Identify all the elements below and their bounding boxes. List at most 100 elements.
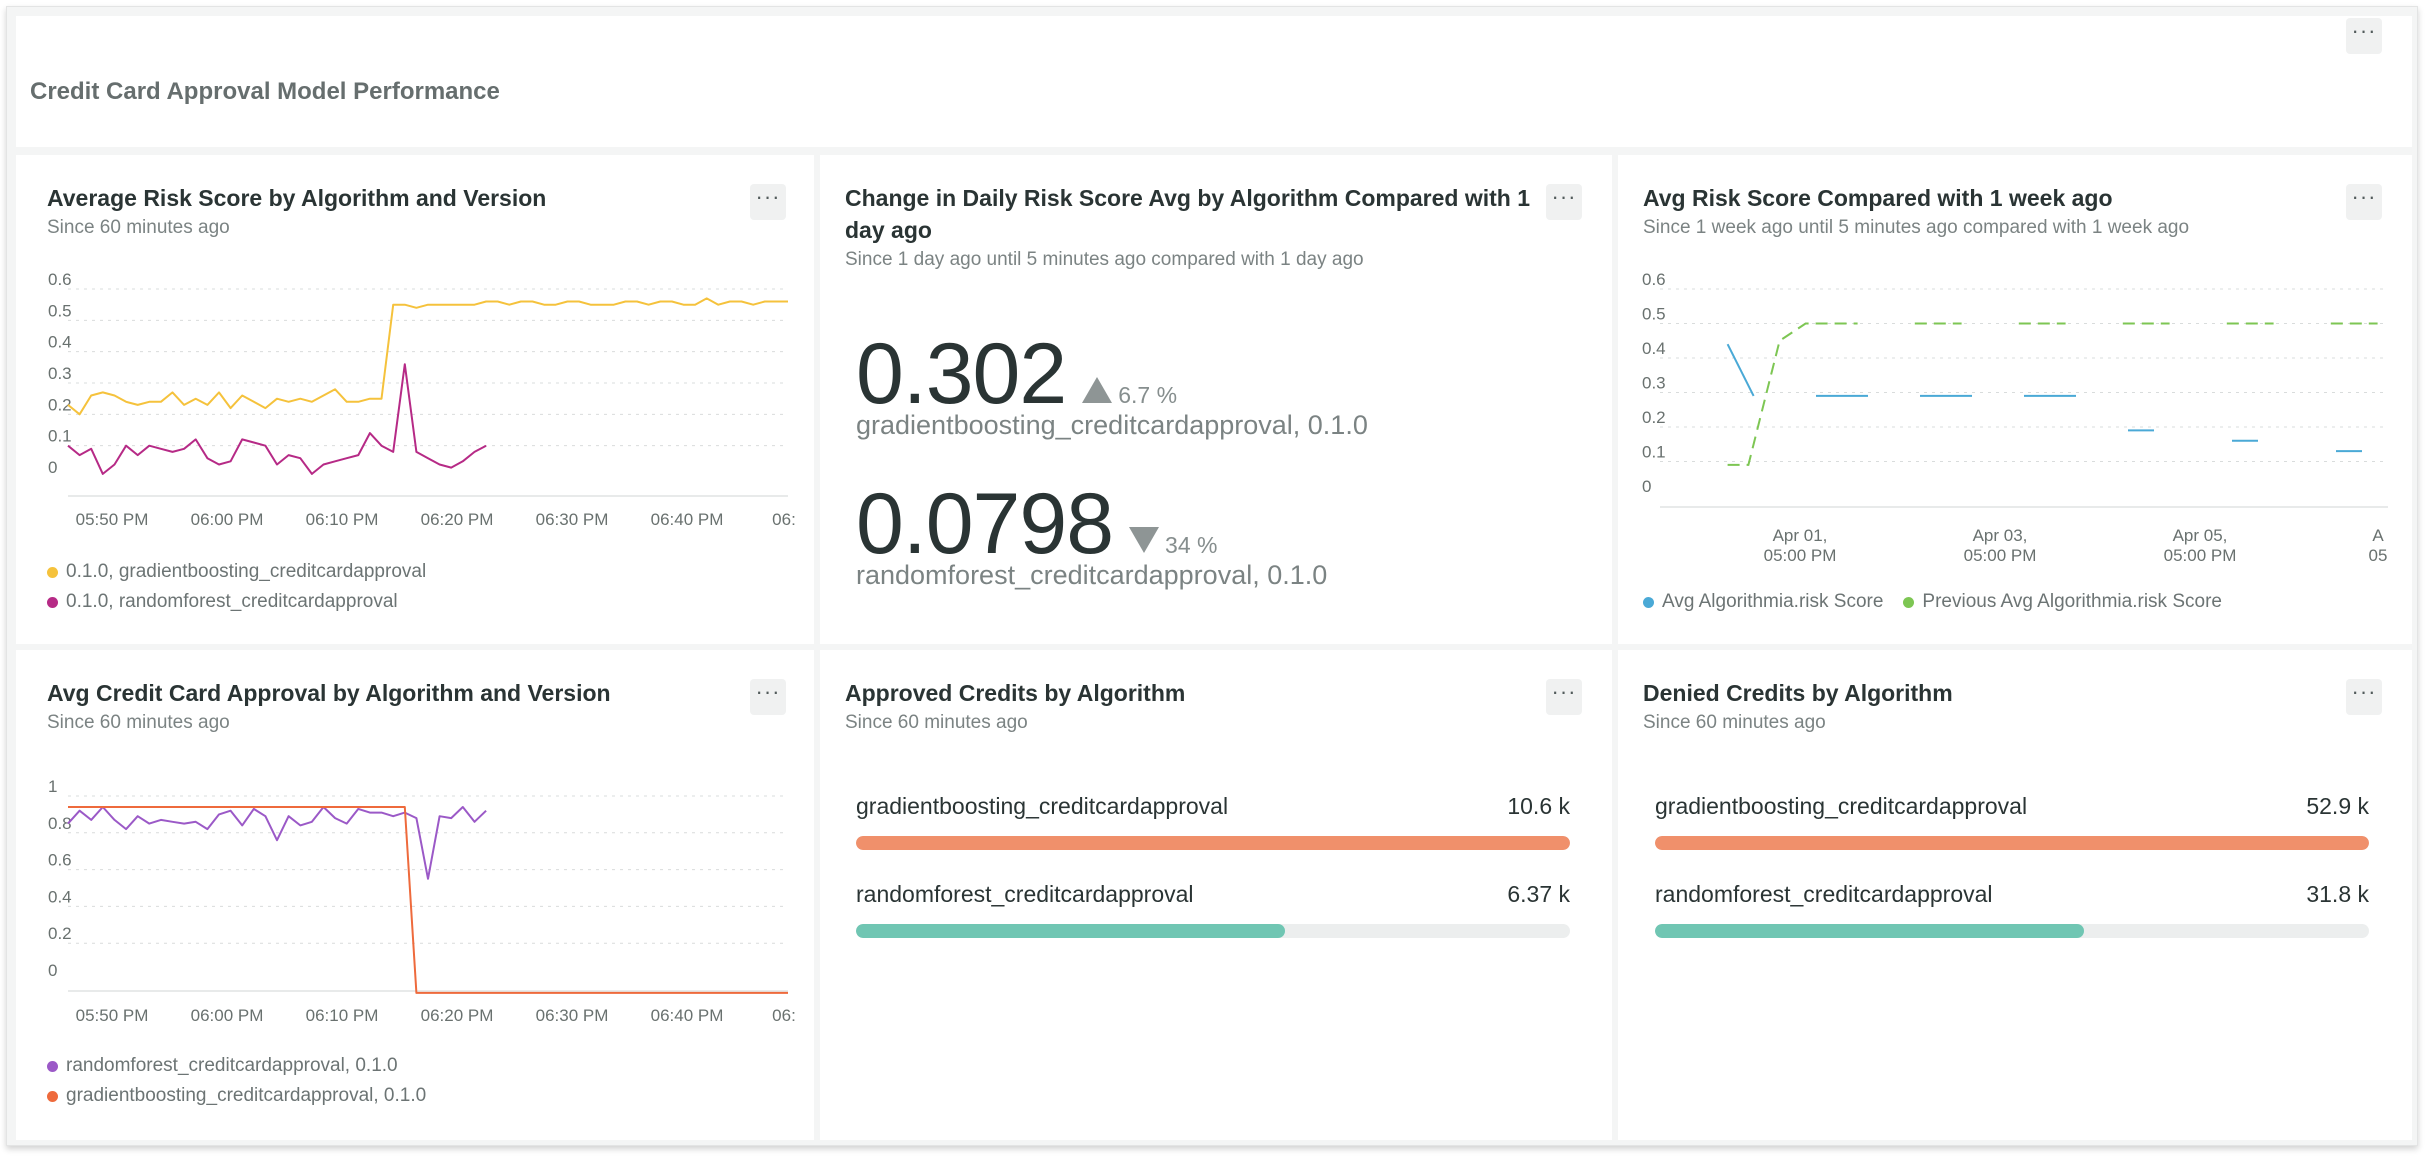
bar-row[interactable]: gradientboosting_creditcardapproval 52.9 … — [1655, 793, 2369, 850]
avg-risk-week-panel: Avg Risk Score Compared with 1 week ago … — [1618, 155, 2412, 644]
denied-credits-panel: Denied Credits by Algorithm Since 60 min… — [1618, 650, 2412, 1140]
series-line — [68, 806, 788, 994]
bar-value: 10.6 k — [1507, 793, 1570, 819]
panel-subtitle: Since 60 minutes ago — [1643, 712, 1826, 733]
x-tick-label: 05:50 PM — [76, 510, 149, 529]
metric-label: randomforest_creditcardapproval, 0.1.0 — [856, 560, 1328, 590]
panel-more-button[interactable]: ··· — [1546, 184, 1582, 220]
legend-item[interactable]: 0.1.0, gradientboosting_creditcardapprov… — [47, 557, 426, 587]
legend-item[interactable]: Previous Avg Algorithmia.risk Score — [1903, 587, 2222, 617]
y-tick-label: 0.5 — [1642, 305, 1666, 324]
x-tick-label: 06:40 PM — [651, 1006, 724, 1025]
bar-track — [856, 836, 1570, 850]
chart-legend: Avg Algorithmia.risk Score Previous Avg … — [1643, 587, 2222, 617]
bar-row[interactable]: randomforest_creditcardapproval 31.8 k — [1655, 881, 2369, 938]
bar-label-line: randomforest_creditcardapproval 6.37 k — [856, 881, 1570, 908]
series-0 — [67, 297, 788, 416]
legend-swatch — [47, 1090, 58, 1102]
y-tick-label: 0.2 — [48, 924, 72, 943]
bar-fill — [856, 924, 1286, 938]
y-tick-label: 0 — [1642, 477, 1651, 496]
avg-risk-score-panel: Average Risk Score by Algorithm and Vers… — [16, 155, 814, 644]
panel-subtitle: Since 60 minutes ago — [845, 712, 1028, 733]
bar-label-line: gradientboosting_creditcardapproval 52.9 … — [1655, 793, 2369, 820]
panel-title: Change in Daily Risk Score Avg by Algori… — [845, 182, 1545, 246]
series-line — [1727, 322, 1858, 466]
x-tick-label: 06:20 PM — [421, 1006, 494, 1025]
y-tick-label: 0.5 — [48, 301, 72, 320]
bar-row[interactable]: gradientboosting_creditcardapproval 10.6 … — [856, 793, 1570, 850]
bar-fill — [1655, 924, 2085, 938]
series-1 — [68, 806, 788, 994]
panel-title: Approved Credits by Algorithm — [845, 680, 1186, 706]
bar-fill — [856, 836, 1570, 850]
bar-label: randomforest_creditcardapproval — [1655, 881, 1993, 907]
x-tick-label: 06:40 PM — [651, 510, 724, 529]
bar-value: 6.37 k — [1507, 881, 1570, 907]
y-tick-label: 0.3 — [1642, 374, 1666, 393]
x-tick-label: 06:30 PM — [536, 510, 609, 529]
x-tick-label: Apr 01, — [1773, 526, 1828, 545]
y-tick-label: 0.4 — [48, 333, 72, 352]
series-line — [67, 363, 487, 475]
y-tick-label: 0.1 — [1642, 443, 1666, 462]
panel-title: Denied Credits by Algorithm — [1643, 680, 1953, 706]
legend-swatch — [47, 596, 58, 608]
legend-item[interactable]: gradientboosting_creditcardapproval, 0.1… — [47, 1081, 426, 1111]
x-tick-label: Apr 03, — [1973, 526, 2028, 545]
x-tick-label: 05:50 PM — [76, 1006, 149, 1025]
avg-approval-panel: Avg Credit Card Approval by Algorithm an… — [16, 650, 814, 1140]
panel-title-line1: Change in Daily Risk Score Avg by Algori… — [845, 185, 1531, 211]
x-tick-label: 05:00 PM — [1764, 546, 1837, 565]
bar-value: 52.9 k — [2306, 793, 2369, 819]
y-tick-label: 0.3 — [48, 364, 72, 383]
legend-swatch — [1903, 596, 1915, 608]
legend-item[interactable]: 0.1.0, randomforest_creditcardapproval — [47, 587, 426, 617]
legend-label: Previous Avg Algorithmia.risk Score — [1922, 591, 2222, 612]
y-tick-label: 0.2 — [1642, 408, 1666, 427]
bar-label: gradientboosting_creditcardapproval — [1655, 793, 2028, 819]
metric-delta: 6.7 % — [1082, 377, 1177, 409]
dashboard-more-button[interactable]: ··· — [2346, 18, 2382, 54]
arrow-down-icon — [1129, 527, 1160, 553]
bar-label-line: randomforest_creditcardapproval 31.8 k — [1655, 881, 2369, 908]
y-tick-label: 0.1 — [48, 427, 72, 446]
x-tick-label: 06: — [772, 510, 796, 529]
legend-label: 0.1.0, gradientboosting_creditcardapprov… — [66, 561, 427, 582]
x-tick-label: 06:30 PM — [536, 1006, 609, 1025]
change-daily-panel: Change in Daily Risk Score Avg by Algori… — [820, 155, 1612, 644]
chart-legend: 0.1.0, gradientboosting_creditcardapprov… — [47, 557, 426, 617]
series-0 — [1726, 343, 2362, 453]
series-1 — [67, 363, 487, 475]
y-tick-label: 0.6 — [1642, 270, 1666, 289]
x-tick-label: 06:20 PM — [421, 510, 494, 529]
x-tick-label: 05:00 PM — [1964, 546, 2037, 565]
panel-more-button[interactable]: ··· — [2346, 679, 2382, 715]
legend-swatch — [47, 1060, 58, 1072]
y-tick-label: 0.6 — [48, 270, 72, 289]
series-1 — [1727, 322, 2378, 466]
legend-swatch — [1643, 596, 1654, 608]
bar-track — [1655, 924, 2369, 938]
x-tick-label: 06:10 PM — [306, 510, 379, 529]
legend-label: 0.1.0, randomforest_creditcardapproval — [66, 591, 398, 612]
bar-label: randomforest_creditcardapproval — [856, 881, 1194, 907]
series-line — [67, 806, 487, 880]
bar-label-line: gradientboosting_creditcardapproval 10.6 … — [856, 793, 1570, 820]
metric-delta-text: 34 % — [1165, 532, 1218, 558]
y-tick-label: 1 — [48, 777, 57, 796]
bar-row[interactable]: randomforest_creditcardapproval 6.37 k — [856, 881, 1570, 938]
legend-label: gradientboosting_creditcardapproval, 0.1… — [66, 1085, 427, 1106]
panel-more-button[interactable]: ··· — [1546, 679, 1582, 715]
legend-swatch — [47, 566, 58, 578]
bar-track — [856, 924, 1570, 938]
x-tick-label: Apr 05, — [2173, 526, 2228, 545]
legend-item[interactable]: randomforest_creditcardapproval, 0.1.0 — [47, 1051, 426, 1081]
metric-delta: 34 % — [1129, 527, 1217, 559]
x-tick-label: 06: — [772, 1006, 796, 1025]
bar-value: 31.8 k — [2306, 881, 2369, 907]
legend-item[interactable]: Avg Algorithmia.risk Score — [1643, 587, 1883, 617]
y-tick-label: 0.4 — [48, 887, 72, 906]
approved-credits-panel: Approved Credits by Algorithm Since 60 m… — [820, 650, 1612, 1140]
panel-subtitle: Since 1 day ago until 5 minutes ago comp… — [845, 249, 1364, 270]
